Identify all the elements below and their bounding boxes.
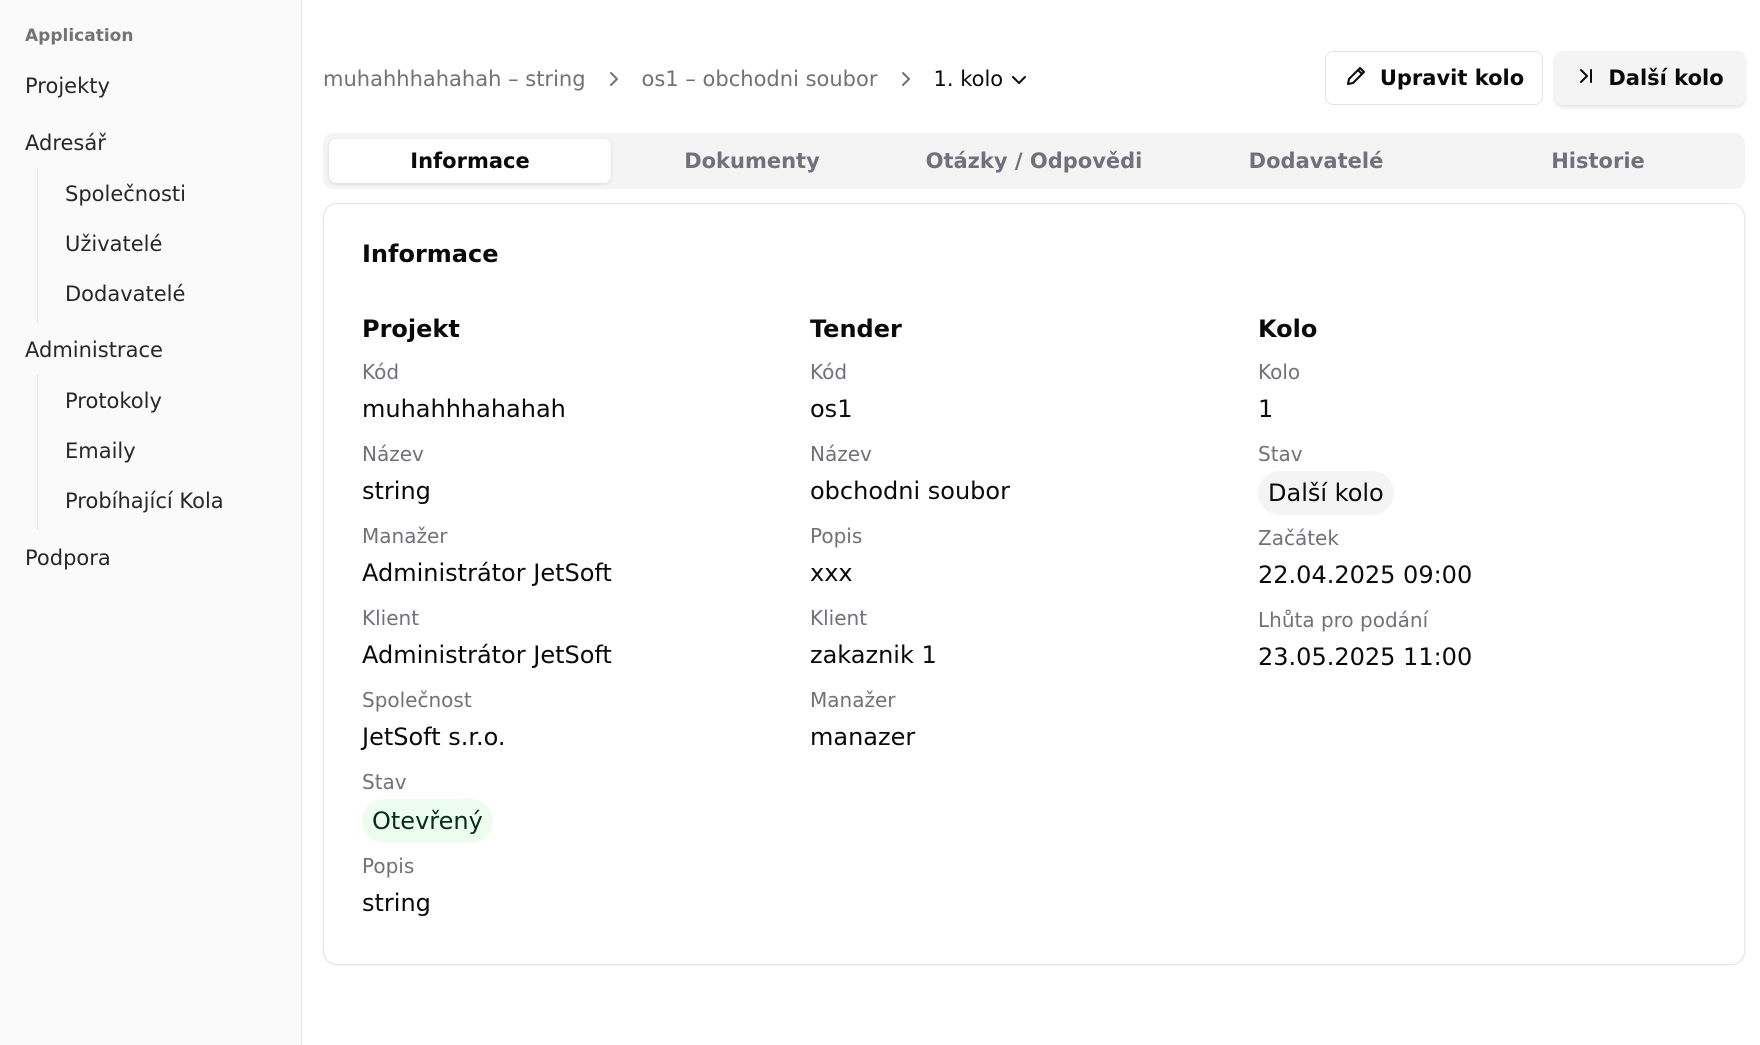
field-label: Popis xyxy=(810,524,863,548)
sidebar-item-emaily[interactable]: Emaily xyxy=(65,439,136,463)
tab-informace[interactable]: Informace xyxy=(329,139,611,183)
status-badge: Další kolo xyxy=(1258,471,1394,515)
field-label: Lhůta pro podání xyxy=(1258,608,1429,632)
sidebar: Application Projekty Adresář Společnosti… xyxy=(0,0,302,1045)
chevron-right-icon xyxy=(608,71,620,87)
field-label: Manažer xyxy=(362,524,448,548)
tender-manazer: manazer xyxy=(810,723,916,751)
tab-dokumenty[interactable]: Dokumenty xyxy=(611,139,893,183)
sidebar-submenu-line xyxy=(37,375,38,529)
sidebar-item-spolecnosti[interactable]: Společnosti xyxy=(65,182,186,206)
sidebar-item-uzivatele[interactable]: Uživatelé xyxy=(65,232,162,256)
round-selector[interactable]: 1. kolo xyxy=(934,67,1028,91)
kolo-column: Kolo Kolo 1 Stav Další kolo Začátek 22.0… xyxy=(1258,309,1472,679)
next-round-button[interactable]: Další kolo xyxy=(1555,51,1745,105)
breadcrumb-tender[interactable]: os1 – obchodni soubor xyxy=(642,67,878,91)
tender-column: Tender Kód os1 Název obchodni soubor Pop… xyxy=(810,309,1010,759)
skip-forward-icon xyxy=(1576,66,1596,91)
projekt-popis: string xyxy=(362,889,431,917)
kolo-lhuta: 23.05.2025 11:00 xyxy=(1258,643,1473,671)
sidebar-item-projekty[interactable]: Projekty xyxy=(25,74,110,98)
field-label: Název xyxy=(362,442,424,466)
field-label: Stav xyxy=(1258,442,1303,466)
projekt-spolecnost: JetSoft s.r.o. xyxy=(362,723,506,751)
edit-round-button[interactable]: Upravit kolo xyxy=(1325,51,1543,105)
card-title: Informace xyxy=(362,240,499,268)
breadcrumb-current-round: 1. kolo xyxy=(933,67,1004,91)
info-card: Informace Projekt Kód muhahhhahahah Náze… xyxy=(323,203,1745,965)
kolo-zacatek: 22.04.2025 09:00 xyxy=(1258,561,1473,589)
tender-popis: xxx xyxy=(810,559,853,587)
projekt-kod: muhahhhahahah xyxy=(362,395,566,423)
tab-historie[interactable]: Historie xyxy=(1457,139,1739,183)
sidebar-item-dodavatele[interactable]: Dodavatelé xyxy=(65,282,185,306)
sidebar-item-podpora[interactable]: Podpora xyxy=(25,546,111,570)
projekt-manazer: Administrátor JetSoft xyxy=(362,559,612,587)
field-label: Klient xyxy=(362,606,420,630)
sidebar-item-adresar[interactable]: Adresář xyxy=(25,131,106,155)
field-label: Klient xyxy=(810,606,868,630)
chevron-right-icon xyxy=(900,71,912,87)
tender-nazev: obchodni soubor xyxy=(810,477,1010,505)
breadcrumb: muhahhhahahah – string os1 – obchodni so… xyxy=(323,64,1027,94)
tender-klient: zakaznik 1 xyxy=(810,641,937,669)
field-label: Kód xyxy=(362,360,400,384)
projekt-nazev: string xyxy=(362,477,431,505)
tender-title: Tender xyxy=(810,315,902,343)
sidebar-item-protokoly[interactable]: Protokoly xyxy=(65,389,162,413)
field-label: Společnost xyxy=(362,688,472,712)
projekt-column: Projekt Kód muhahhhahahah Název string M… xyxy=(362,309,612,925)
sidebar-submenu-line xyxy=(37,168,38,322)
field-label: Stav xyxy=(362,770,407,794)
edit-round-label: Upravit kolo xyxy=(1379,66,1525,90)
kolo-title: Kolo xyxy=(1258,315,1318,343)
next-round-label: Další kolo xyxy=(1608,66,1724,90)
tab-dodavatele[interactable]: Dodavatelé xyxy=(1175,139,1457,183)
projekt-title: Projekt xyxy=(362,315,460,343)
pencil-icon xyxy=(1344,64,1368,93)
field-label: Začátek xyxy=(1258,526,1339,550)
breadcrumb-project[interactable]: muhahhhahahah – string xyxy=(323,67,586,91)
chevron-down-icon xyxy=(1011,67,1027,91)
field-label: Kód xyxy=(810,360,848,384)
sidebar-item-probihajici-kola[interactable]: Probíhající Kola xyxy=(65,489,224,513)
status-badge: Otevřený xyxy=(362,799,493,843)
kolo-cislo: 1 xyxy=(1258,395,1274,423)
tab-bar: Informace Dokumenty Otázky / Odpovědi Do… xyxy=(323,133,1745,189)
field-label: Manažer xyxy=(810,688,896,712)
tender-kod: os1 xyxy=(810,395,853,423)
tab-otazky-odpovedi[interactable]: Otázky / Odpovědi xyxy=(893,139,1175,183)
field-label: Popis xyxy=(362,854,415,878)
field-label: Kolo xyxy=(1258,360,1301,384)
projekt-klient: Administrátor JetSoft xyxy=(362,641,612,669)
sidebar-item-administrace[interactable]: Administrace xyxy=(25,338,163,362)
sidebar-group-label: Application xyxy=(25,26,134,46)
field-label: Název xyxy=(810,442,872,466)
